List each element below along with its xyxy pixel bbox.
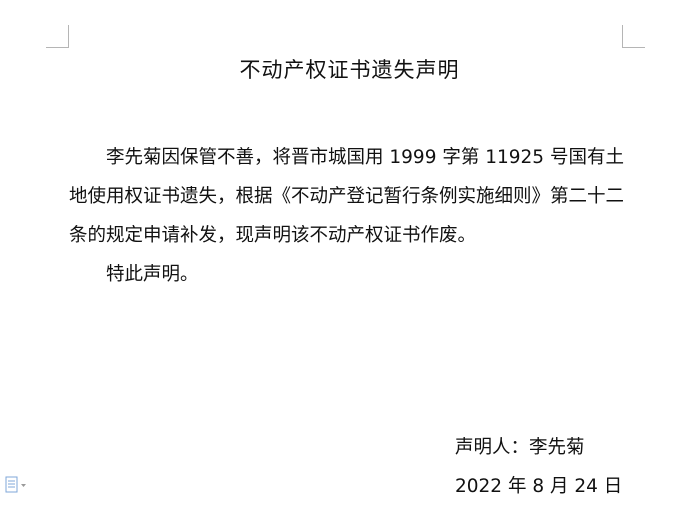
document-body: 李先菊因保管不善，将晋市城国用 1999 字第 11925 号国有土地使用权证书… [69, 138, 629, 294]
document-options-icon-graphic [5, 476, 26, 493]
document-title: 不动产权证书遗失声明 [239, 58, 460, 82]
closing-paragraph: 特此声明。 [106, 264, 199, 285]
date-line: 2022 年 8 月 24 日 [455, 476, 623, 497]
signature-block: 声明人：李先菊 2022 年 8 月 24 日 [455, 428, 622, 506]
document-options-icon[interactable] [4, 476, 30, 494]
body-paragraph: 李先菊因保管不善，将晋市城国用 1999 字第 11925 号国有土地使用权证书… [69, 147, 625, 246]
declarant-line: 声明人：李先菊 [455, 437, 585, 458]
top-left-crop-mark [46, 25, 69, 48]
top-right-crop-mark [622, 25, 645, 48]
